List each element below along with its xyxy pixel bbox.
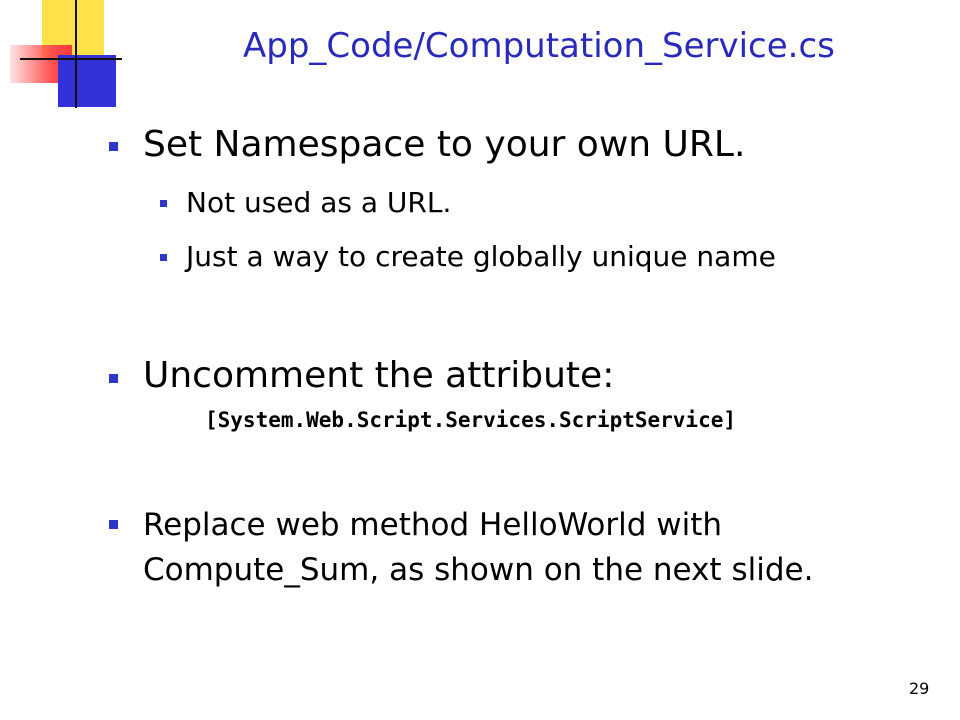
bullet-square-icon — [109, 374, 118, 383]
bullet-replace-line2: Compute_Sum, as shown on the next slide. — [143, 552, 814, 588]
sub-bullet-unique-name: Just a way to create globally unique nam… — [186, 240, 776, 273]
sub-bullet-square-icon — [160, 254, 167, 261]
bullet-square-icon — [109, 520, 118, 529]
bullet-replace-line1: Replace web method HelloWorld with — [143, 507, 723, 543]
bullet-square-icon — [109, 142, 118, 151]
code-attribute: [System.Web.Script.Services.ScriptServic… — [205, 408, 737, 432]
slide-title: App_Code/Computation_Service.cs — [243, 26, 835, 66]
decor-vertical-line — [75, 0, 77, 108]
bullet-uncomment: Uncomment the attribute: — [143, 355, 615, 396]
decor-horizontal-line — [20, 58, 122, 60]
sub-bullet-not-url: Not used as a URL. — [186, 186, 452, 219]
page-number: 29 — [909, 679, 930, 698]
decor-blue-square — [58, 55, 116, 107]
bullet-namespace: Set Namespace to your own URL. — [143, 124, 746, 165]
sub-bullet-square-icon — [160, 200, 167, 207]
